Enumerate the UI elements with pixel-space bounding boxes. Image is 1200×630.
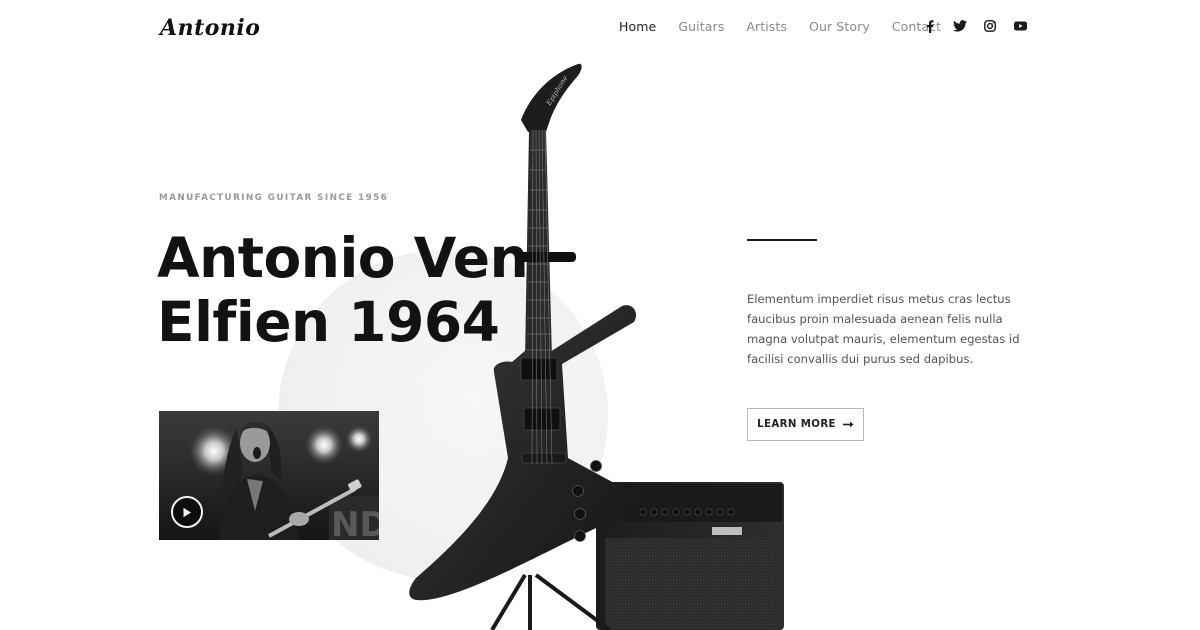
instagram-icon[interactable] — [982, 18, 998, 34]
nav-item-our-story[interactable]: Our Story — [809, 19, 870, 34]
video-thumbnail[interactable]: ND — [159, 411, 379, 540]
social-links — [922, 18, 1042, 34]
main-nav: Home Guitars Artists Our Story Contact — [619, 19, 963, 34]
hero-description: Elementum imperdiet risus metus cras lec… — [747, 292, 1020, 366]
learn-more-label: LEARN MORE — [757, 419, 836, 430]
brand-logo[interactable]: Antonio — [158, 14, 280, 42]
hero-eyebrow: MANUFACTURING GUITAR SINCE 1956 — [159, 193, 389, 203]
brand-logo-text: Antonio — [158, 15, 260, 41]
divider-line — [747, 239, 817, 241]
nav-item-guitars[interactable]: Guitars — [678, 19, 724, 34]
svg-text:ND: ND — [331, 505, 379, 540]
arrow-right-icon — [842, 421, 854, 428]
play-button[interactable] — [171, 496, 203, 528]
twitter-icon[interactable] — [952, 18, 968, 34]
play-icon — [183, 507, 191, 517]
facebook-icon[interactable] — [922, 18, 938, 34]
nav-item-artists[interactable]: Artists — [746, 19, 787, 34]
learn-more-button[interactable]: LEARN MORE — [747, 408, 864, 441]
youtube-icon[interactable] — [1012, 18, 1028, 34]
guitar-product-image: Epiphone — [400, 60, 800, 630]
nav-item-home[interactable]: Home — [619, 19, 656, 34]
